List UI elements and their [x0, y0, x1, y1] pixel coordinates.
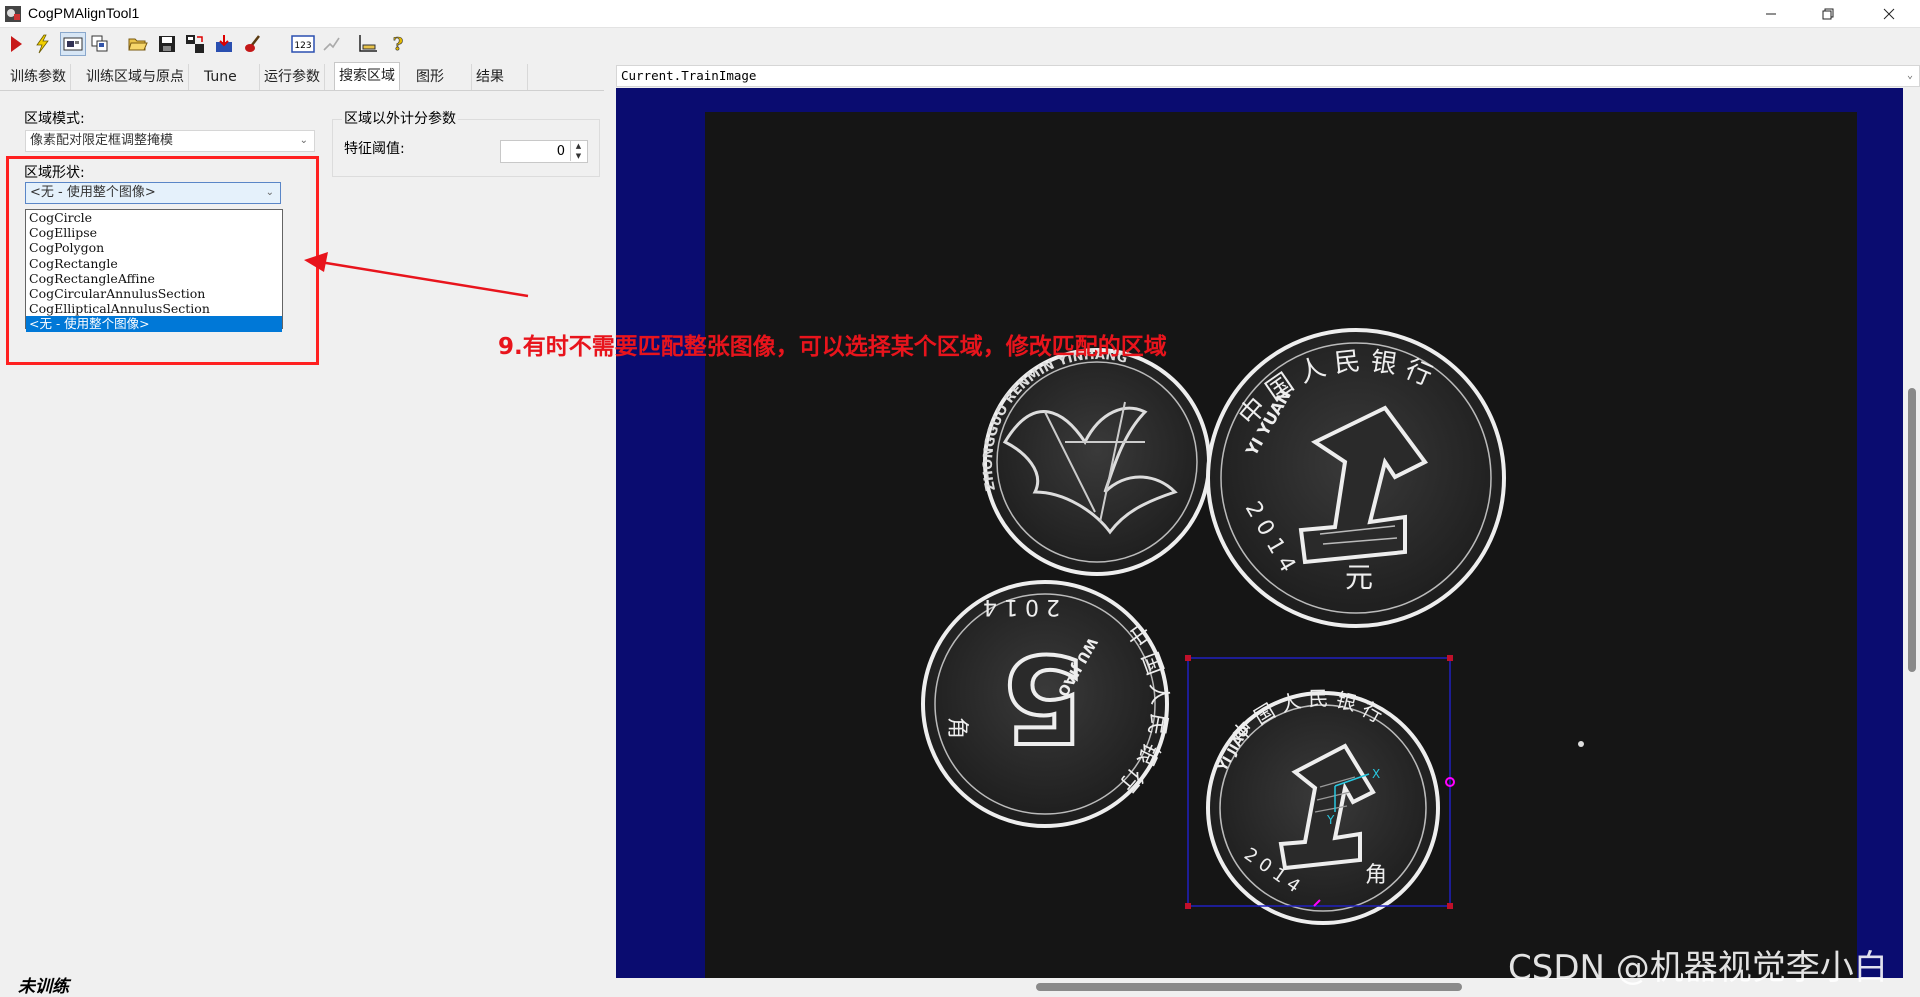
- image-source-select[interactable]: Current.TrainImage ⌄: [616, 65, 1920, 87]
- edit-disabled-icon: [323, 37, 340, 51]
- brush-icon: [245, 35, 260, 52]
- coin-1yuan: 中 国 人 民 银 行 YI YUAN 2 0 1 4 元: [1206, 328, 1506, 628]
- image-speck: [1578, 741, 1584, 747]
- image-display[interactable]: ZHONGGUO RENMIN YINHANG 中 国 人 民 银 行 YI Y…: [616, 88, 1903, 978]
- help-icon: ?: [392, 34, 404, 54]
- region-handle[interactable]: [1185, 655, 1191, 661]
- image-source-value: Current.TrainImage: [621, 68, 757, 83]
- vertical-scrollbar[interactable]: [1903, 88, 1920, 978]
- annotation-text: 9.有时不需要匹配整张图像，可以选择某个区域，修改匹配的区域: [498, 334, 1167, 360]
- image-icon: [63, 37, 83, 51]
- minimize-icon: [1766, 13, 1776, 15]
- threshold-label: 特征阈值:: [344, 141, 405, 157]
- tab-run-params[interactable]: 运行参数: [260, 64, 325, 90]
- tab-train-region[interactable]: 训练区域与原点: [82, 64, 189, 90]
- train-image: ZHONGGUO RENMIN YINHANG 中 国 人 民 银 行 YI Y…: [705, 112, 1857, 978]
- number-123-label: 123: [294, 41, 311, 51]
- save-icon: [159, 36, 175, 52]
- run-continuous-button[interactable]: [30, 32, 54, 56]
- number-button[interactable]: 123: [290, 32, 316, 56]
- image-button[interactable]: [60, 32, 86, 56]
- tab-tune[interactable]: Tune: [200, 64, 260, 90]
- region-mode-label: 区域模式:: [24, 111, 85, 127]
- coin-1jiao: 中 国 人 民 银 行 YI JIAO 2 0 1 4 角: [1206, 686, 1440, 925]
- coin-flower: ZHONGGUO RENMIN YINHANG: [981, 348, 1211, 576]
- coin-scene: ZHONGGUO RENMIN YINHANG 中 国 人 民 银 行 YI Y…: [921, 328, 1584, 925]
- watermark: CSDN @机器视觉李小白: [1508, 948, 1888, 988]
- stepper-up-icon[interactable]: ▲: [570, 141, 586, 151]
- region-mode-select[interactable]: 像素配对限定框调整掩模 ⌄: [25, 130, 315, 152]
- annotation-arrow: [304, 252, 529, 298]
- brush-button[interactable]: [242, 32, 266, 56]
- restore-button[interactable]: [1805, 0, 1851, 28]
- close-button[interactable]: [1866, 0, 1912, 28]
- window-title: CogPMAlignTool1: [28, 5, 140, 21]
- axis-y-label: Y: [1326, 813, 1335, 827]
- load-button[interactable]: [212, 32, 236, 56]
- restore-icon: [1822, 8, 1834, 20]
- run-icon: [11, 36, 22, 52]
- chevron-down-icon: ⌄: [299, 135, 308, 146]
- outside-region-group-label: 区域以外计分参数: [342, 108, 458, 128]
- region-handle[interactable]: [1185, 903, 1191, 909]
- coin-1jiao-unit: 角: [1365, 863, 1387, 888]
- export-icon: [186, 35, 204, 53]
- copy-button[interactable]: [88, 32, 112, 56]
- load-icon: [216, 35, 232, 52]
- copy-icon: [91, 35, 108, 52]
- coin-5jiao-year: 2 0 1 4: [983, 594, 1060, 619]
- threshold-stepper[interactable]: 0 ▲ ▼: [500, 140, 588, 163]
- horizontal-scroll-thumb[interactable]: [1036, 983, 1462, 991]
- vertical-scroll-thumb[interactable]: [1908, 388, 1916, 672]
- toolbar: 123 ?: [0, 28, 1920, 60]
- region-handle[interactable]: [1447, 903, 1453, 909]
- minimize-button[interactable]: [1748, 0, 1794, 28]
- highlight-box: [6, 156, 319, 365]
- save-button[interactable]: [155, 32, 179, 56]
- edit-button[interactable]: [320, 32, 344, 56]
- stepper-down-icon[interactable]: ▼: [570, 151, 586, 161]
- tab-graphics[interactable]: 图形: [412, 64, 472, 90]
- coin-1yuan-unit: 元: [1345, 561, 1373, 594]
- region-handle[interactable]: [1447, 655, 1453, 661]
- coin-5jiao: 5 2 0 1 4 WU JIAO 中 国 人 民 银 行 角: [921, 580, 1172, 828]
- close-icon: [1883, 8, 1895, 20]
- coin-5jiao-unit: 角: [944, 717, 969, 739]
- tab-search-region[interactable]: 搜索区域: [334, 62, 400, 90]
- number-123-icon: 123: [291, 35, 315, 53]
- chevron-down-icon: ⌄: [1906, 70, 1913, 81]
- ruler-icon: [359, 35, 377, 52]
- open-folder-icon: [128, 38, 148, 51]
- lightning-icon: [36, 34, 49, 54]
- region-mode-value: 像素配对限定框调整掩模: [30, 133, 174, 148]
- threshold-value: 0: [556, 144, 565, 159]
- training-status: 未训练: [18, 977, 69, 997]
- splitter[interactable]: [604, 60, 614, 995]
- svg-text:?: ?: [393, 34, 404, 54]
- ruler-button[interactable]: [356, 32, 380, 56]
- open-button[interactable]: [126, 32, 150, 56]
- coin-5jiao-numeral: 5: [1002, 627, 1086, 766]
- tab-results[interactable]: 结果: [472, 64, 528, 90]
- axis-x-label: X: [1372, 767, 1380, 781]
- title-bar: CogPMAlignTool1: [0, 0, 1920, 28]
- run-button[interactable]: [4, 32, 28, 56]
- tab-train-params[interactable]: 训练参数: [6, 64, 71, 90]
- help-button[interactable]: ?: [386, 32, 410, 56]
- export-button[interactable]: [183, 32, 207, 56]
- app-icon: [5, 6, 21, 22]
